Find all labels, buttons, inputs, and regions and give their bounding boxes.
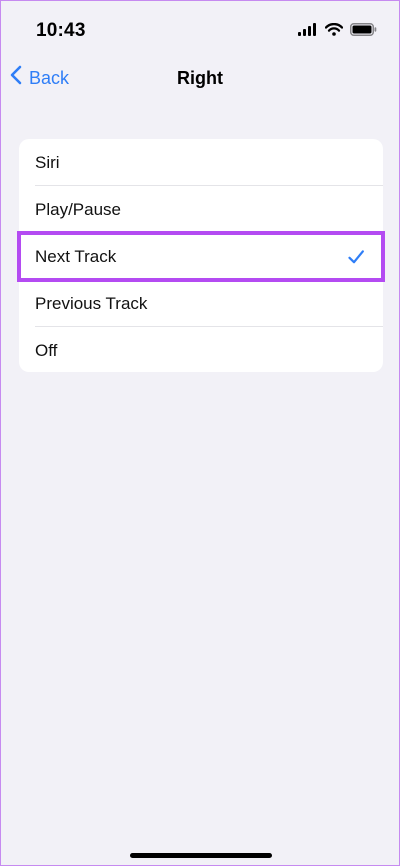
- status-time: 10:43: [36, 20, 86, 41]
- settings-screen: 10:43 Back Right Siri Play/Pause Next Tr…: [0, 0, 400, 866]
- option-off[interactable]: Off: [19, 327, 383, 374]
- option-play-pause[interactable]: Play/Pause: [19, 186, 383, 233]
- status-icons: [298, 22, 377, 41]
- option-label: Previous Track: [35, 293, 148, 313]
- status-bar: 10:43: [1, 1, 399, 57]
- home-indicator: [130, 853, 272, 858]
- option-label: Siri: [35, 152, 60, 172]
- option-label: Next Track: [35, 246, 117, 266]
- option-previous-track[interactable]: Previous Track: [19, 280, 383, 327]
- cellular-signal-icon: [298, 23, 318, 41]
- page-title: Right: [177, 68, 223, 88]
- wifi-icon: [324, 22, 344, 41]
- battery-icon: [350, 23, 377, 41]
- option-next-track[interactable]: Next Track: [17, 231, 385, 282]
- option-label: Play/Pause: [35, 199, 121, 219]
- option-label: Off: [35, 340, 58, 360]
- navigation-bar: Back Right: [1, 57, 399, 101]
- options-list: Siri Play/Pause Next Track Previous Trac…: [17, 139, 385, 374]
- option-siri[interactable]: Siri: [19, 139, 383, 186]
- checkmark-icon: [347, 248, 365, 266]
